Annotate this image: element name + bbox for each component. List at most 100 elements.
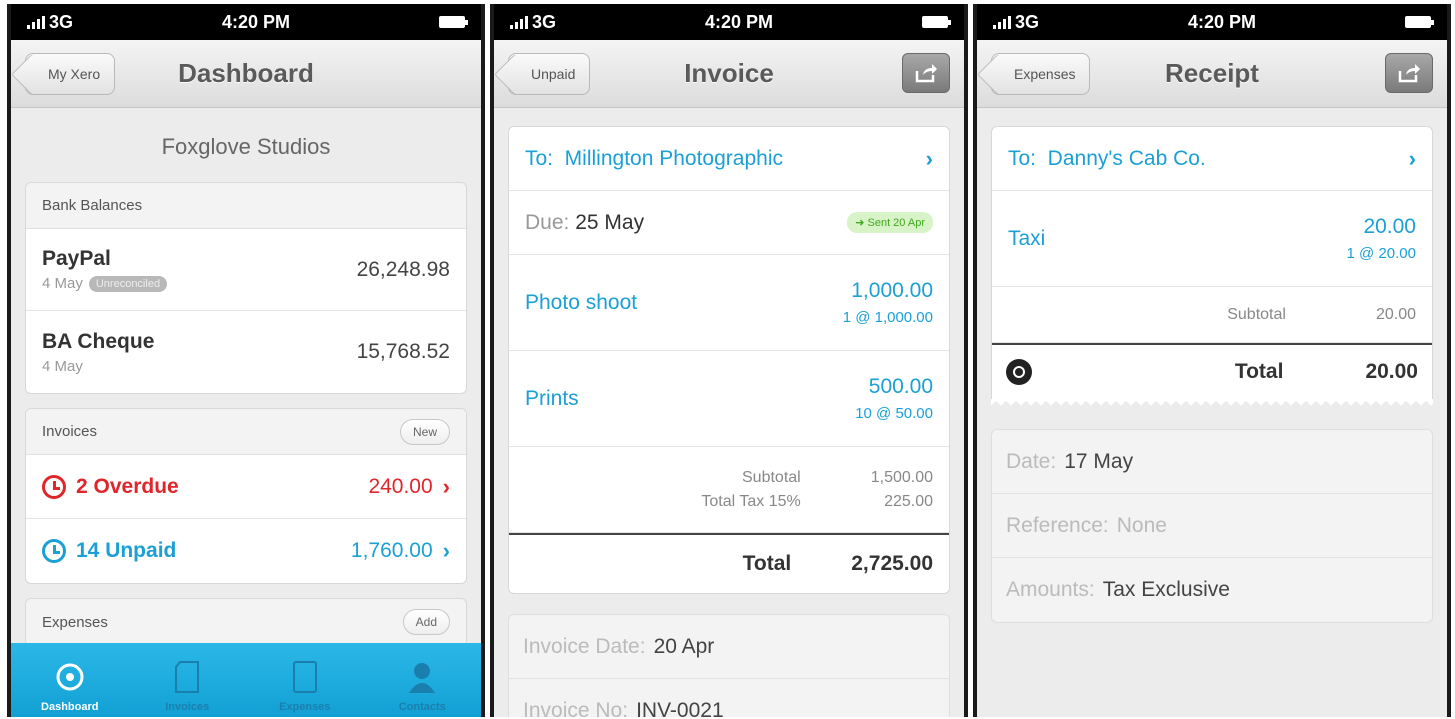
bank-date: 4 May xyxy=(42,357,83,375)
back-button-label: Unpaid xyxy=(531,66,576,82)
line-item-row[interactable]: Photo shoot 1,000.00 1 @ 1,000.00 xyxy=(509,255,949,351)
total-value: 20.00 xyxy=(1365,360,1418,383)
amounts-row[interactable]: Amounts: Tax Exclusive xyxy=(992,558,1432,622)
signal-icon xyxy=(27,15,45,29)
receipt-card: To: Danny's Cab Co. › Taxi 20.00 1 @ 20.0… xyxy=(991,126,1433,399)
meta-label: Reference: xyxy=(1006,513,1109,537)
expenses-card: Expenses Add xyxy=(25,598,467,646)
line-item-row[interactable]: Prints 500.00 10 @ 50.00 xyxy=(509,351,949,447)
share-icon xyxy=(915,64,937,83)
contact-row[interactable]: To: Danny's Cab Co. › xyxy=(992,127,1432,191)
overdue-amount: 240.00 xyxy=(368,474,433,498)
subtotal-value: 1,500.00 xyxy=(870,468,933,486)
status-bar: 3G 4:20 PM xyxy=(977,4,1447,40)
line-item-detail: 10 @ 50.00 xyxy=(855,405,933,422)
battery-icon xyxy=(1404,16,1434,28)
tab-expenses[interactable]: Expenses xyxy=(246,643,364,717)
bank-row-paypal[interactable]: PayPal 4 May Unreconciled 26,248.98 xyxy=(26,229,466,311)
line-item-amount: 20.00 xyxy=(1363,215,1416,238)
status-bar: 3G 4:20 PM xyxy=(494,4,964,40)
meta-value: INV-0021 xyxy=(636,699,724,717)
share-icon xyxy=(1398,64,1420,83)
meta-label: Amounts: xyxy=(1006,578,1095,601)
camera-icon[interactable] xyxy=(1006,359,1032,385)
chevron-right-icon: › xyxy=(1408,145,1416,171)
dashboard-icon xyxy=(56,663,84,691)
clock-label: 4:20 PM xyxy=(1187,11,1257,32)
new-invoice-button[interactable]: New xyxy=(399,418,450,445)
tab-invoices[interactable]: Invoices xyxy=(129,643,247,717)
back-button[interactable]: Expenses xyxy=(991,53,1091,95)
receipt-torn-edge xyxy=(991,399,1433,407)
unpaid-row[interactable]: 14 Unpaid 1,760.00 › xyxy=(26,519,466,583)
total-row: Total 20.00 xyxy=(992,343,1432,399)
share-button[interactable] xyxy=(1385,53,1433,93)
nav-bar: Unpaid Invoice xyxy=(494,40,964,108)
line-item-name: Prints xyxy=(525,386,579,410)
expenses-heading: Expenses xyxy=(42,613,108,631)
carrier-label: 3G xyxy=(1015,11,1040,32)
total-label: Total xyxy=(1234,360,1284,383)
unpaid-amount: 1,760.00 xyxy=(350,539,433,562)
overdue-row[interactable]: 2 Overdue 240.00 › xyxy=(26,455,466,519)
tab-label: Dashboard xyxy=(41,701,99,713)
status-bar: 3G 4:20 PM xyxy=(11,4,481,40)
reference-row[interactable]: Reference: None xyxy=(992,494,1432,558)
battery-icon xyxy=(921,16,951,28)
subtotal-row: Subtotal 20.00 xyxy=(992,287,1432,343)
overdue-label: 2 Overdue xyxy=(76,474,179,498)
bank-date: 4 May xyxy=(42,275,83,292)
tab-label: Invoices xyxy=(165,701,210,713)
back-button[interactable]: Unpaid xyxy=(508,53,591,95)
bank-balance: 15,768.52 xyxy=(356,340,450,363)
carrier-label: 3G xyxy=(532,11,557,32)
chevron-right-icon: › xyxy=(925,145,933,171)
invoice-card: To: Millington Photographic › Due: 25 Ma… xyxy=(508,126,950,594)
invoices-heading: Invoices xyxy=(42,423,98,440)
nav-bar: Expenses Receipt xyxy=(977,40,1447,108)
invoice-number-row[interactable]: Invoice No: INV-0021 xyxy=(509,679,949,717)
invoice-date-row[interactable]: Invoice Date: 20 Apr xyxy=(509,615,949,679)
line-item-amount: 1,000.00 xyxy=(851,279,933,302)
tax-value: 225.00 xyxy=(884,492,933,510)
invoice-details-card: Invoice Date: 20 Apr Invoice No: INV-0021 xyxy=(508,614,950,717)
section-header: Expenses Add xyxy=(26,599,466,645)
battery-icon xyxy=(438,16,468,28)
bank-balances-heading: Bank Balances xyxy=(42,197,143,214)
section-header: Invoices New xyxy=(26,409,466,455)
tab-contacts[interactable]: Contacts xyxy=(364,643,482,717)
bank-balances-card: Bank Balances PayPal 4 May Unreconciled 2… xyxy=(25,182,467,394)
receipt-date-row[interactable]: Date: 17 May xyxy=(992,430,1432,494)
total-label: Total xyxy=(742,552,792,575)
tab-dashboard[interactable]: Dashboard xyxy=(11,643,129,717)
receipt-icon xyxy=(292,661,317,693)
tax-label: Total Tax 15% xyxy=(701,492,801,510)
bank-name: PayPal xyxy=(42,247,111,270)
chevron-right-icon: › xyxy=(442,538,450,563)
share-button[interactable] xyxy=(902,53,950,93)
subtotal-label: Subtotal xyxy=(742,468,801,486)
dashboard-screen: 3G 4:20 PM My Xero Dashboard Foxglove St… xyxy=(7,4,485,717)
bank-row-ba-cheque[interactable]: BA Cheque 4 May 15,768.52 xyxy=(26,311,466,393)
meta-value: 17 May xyxy=(1064,449,1134,473)
sent-badge: ➜ Sent 20 Apr xyxy=(847,212,933,233)
unpaid-label: 14 Unpaid xyxy=(76,539,177,562)
contact-name: To: Danny's Cab Co. xyxy=(1008,146,1206,170)
back-button[interactable]: My Xero xyxy=(25,53,116,95)
line-item-row[interactable]: Taxi 20.00 1 @ 20.00 xyxy=(992,191,1432,287)
line-item-name: Photo shoot xyxy=(525,290,638,314)
contact-name: To: Millington Photographic xyxy=(525,146,783,170)
signal-icon xyxy=(510,15,528,29)
receipt-details-card: Date: 17 May Reference: None Amounts: Tax E… xyxy=(991,429,1433,623)
line-item-amount: 500.00 xyxy=(868,375,933,398)
invoices-card: Invoices New 2 Overdue 240.00 › 14 Unpaid… xyxy=(25,408,467,584)
contact-row[interactable]: To: Millington Photographic › xyxy=(509,127,949,191)
add-expense-button[interactable]: Add xyxy=(402,609,450,635)
tab-bar: Dashboard Invoices Expenses Contacts xyxy=(11,643,481,717)
section-header: Bank Balances xyxy=(26,183,466,229)
bank-balance: 26,248.98 xyxy=(356,257,450,281)
invoice-screen: 3G 4:20 PM Unpaid Invoice To: Millington… xyxy=(490,4,968,717)
meta-label: Invoice No: xyxy=(523,699,629,717)
clock-label: 4:20 PM xyxy=(704,11,774,32)
signal-icon xyxy=(993,15,1011,29)
